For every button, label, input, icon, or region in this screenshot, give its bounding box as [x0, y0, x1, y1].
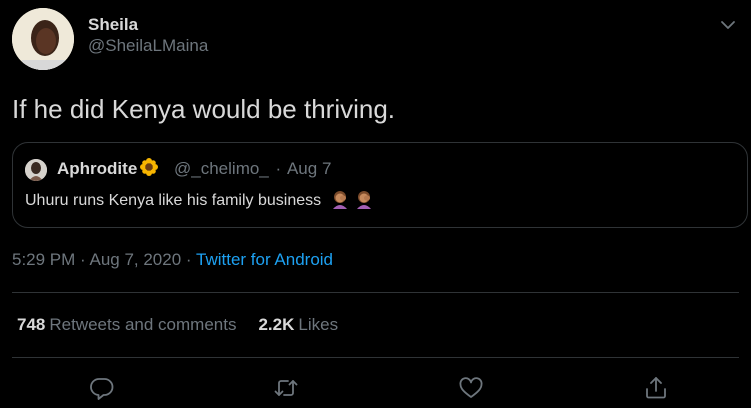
quoted-display-name[interactable]: Aphrodite	[57, 159, 137, 178]
likes-stat[interactable]: 2.2K Likes	[258, 315, 338, 334]
retweets-count: 748	[17, 315, 46, 334]
quoted-date[interactable]: Aug 7	[287, 159, 331, 178]
quoted-text-line: Uhuru runs Kenya like his family busines…	[25, 189, 374, 213]
woman-facepalming-icon	[330, 189, 350, 209]
reply-icon[interactable]	[88, 374, 116, 402]
like-icon[interactable]	[457, 374, 485, 402]
sunflower-icon	[139, 157, 159, 177]
divider	[12, 357, 739, 358]
tweet-stats: 748 Retweets and comments 2.2K Likes	[17, 313, 338, 337]
author-handle[interactable]: @SheilaLMaina	[88, 35, 208, 57]
likes-count: 2.2K	[258, 315, 295, 334]
tweet-source-link[interactable]: Twitter for Android	[196, 250, 333, 269]
tweet-date[interactable]: Aug 7, 2020	[89, 250, 181, 269]
chevron-down-icon[interactable]	[717, 14, 739, 36]
author-names: Sheila @SheilaLMaina	[88, 14, 208, 57]
tweet-time[interactable]: 5:29 PM	[12, 250, 75, 269]
tweet-header: Sheila @SheilaLMaina	[12, 8, 739, 70]
quoted-avatar[interactable]	[25, 159, 47, 181]
retweets-label: Retweets and comments	[49, 315, 237, 334]
quoted-text: Uhuru runs Kenya like his family busines…	[25, 192, 322, 209]
meta-separator: ·	[181, 250, 196, 269]
quoted-handle[interactable]: @_chelimo_	[174, 159, 269, 178]
retweets-stat[interactable]: 748 Retweets and comments	[17, 315, 236, 334]
quoted-tweet[interactable]: Aphrodite @_chelimo_ · Aug 7 Uhuru runs …	[12, 142, 748, 228]
quoted-separator: ·	[275, 159, 282, 178]
woman-facepalming-icon	[354, 189, 374, 209]
quoted-header: Aphrodite @_chelimo_ · Aug 7	[57, 157, 331, 181]
author-display-name[interactable]: Sheila	[88, 14, 208, 35]
avatar-image	[12, 8, 74, 70]
divider	[12, 292, 739, 293]
action-bar	[0, 372, 751, 402]
likes-label: Likes	[298, 315, 339, 334]
retweet-icon[interactable]	[272, 374, 300, 402]
avatar[interactable]	[12, 8, 74, 70]
share-icon[interactable]	[642, 374, 670, 402]
tweet-text: If he did Kenya would be thriving.	[12, 94, 396, 124]
meta-separator: ·	[75, 250, 90, 269]
tweet-meta: 5:29 PM · Aug 7, 2020 · Twitter for Andr…	[12, 248, 333, 272]
